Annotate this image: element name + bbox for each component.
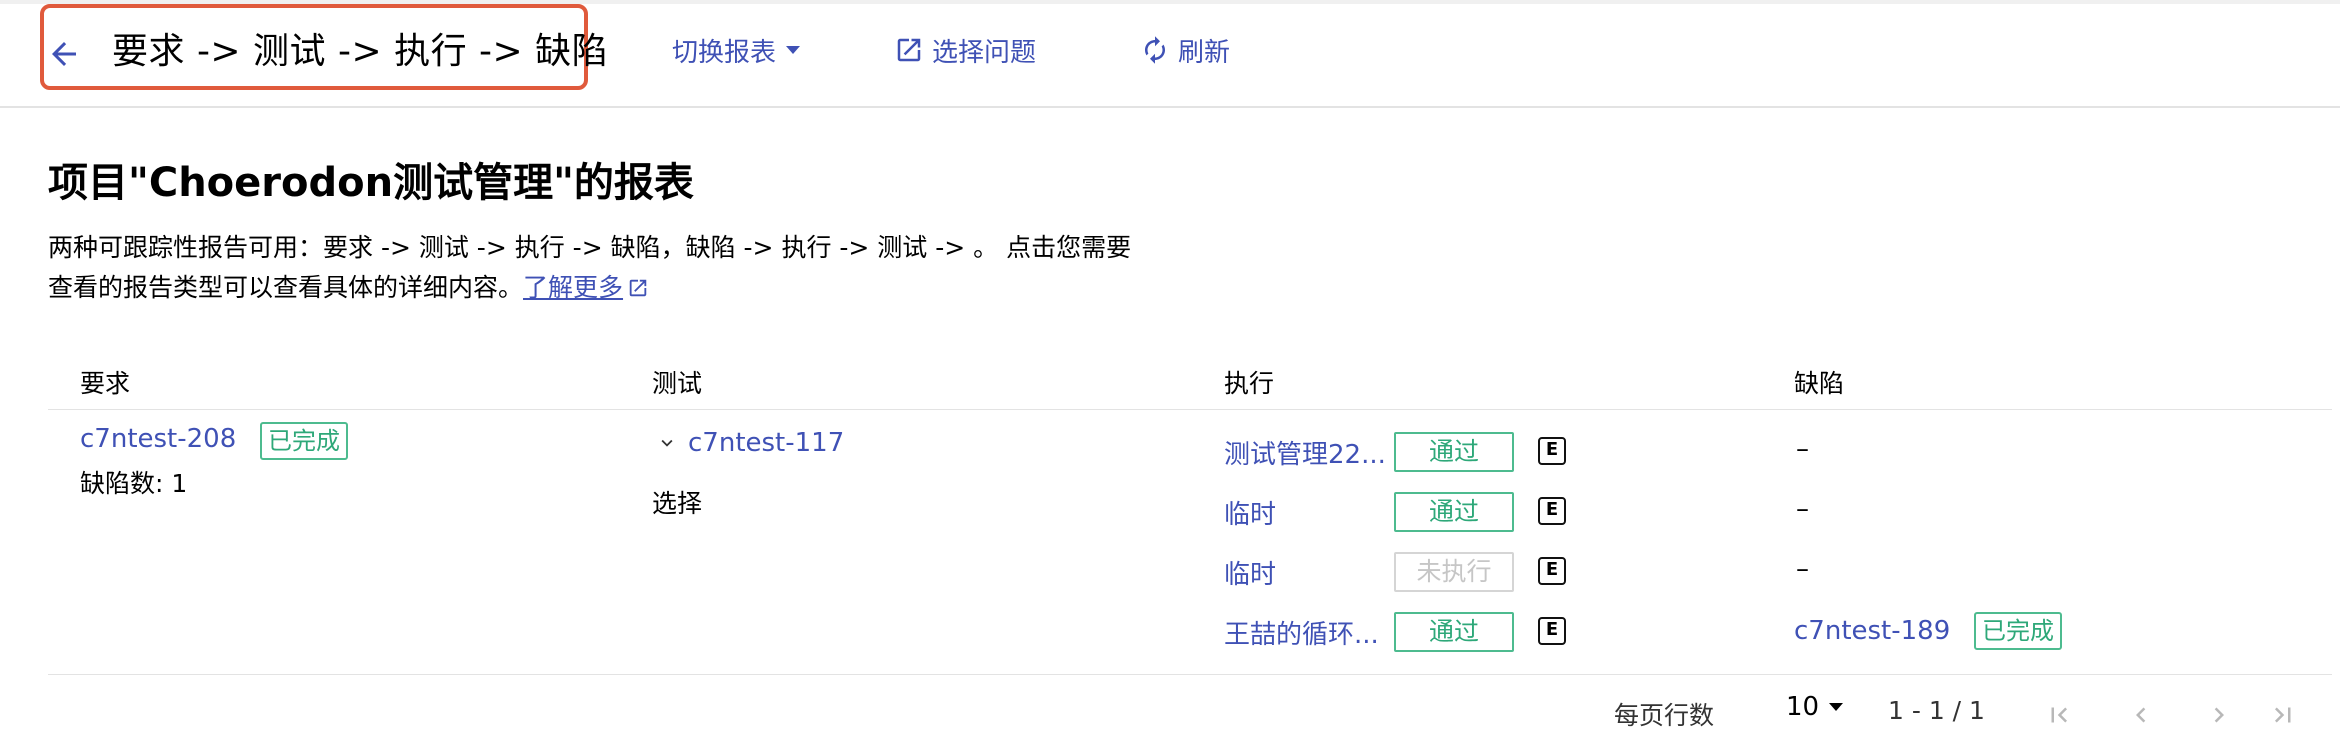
column-header-defect: 缺陷 bbox=[1794, 369, 1845, 398]
first-page-icon[interactable] bbox=[2044, 700, 2074, 734]
refresh-label: 刷新 bbox=[1178, 37, 1231, 68]
refresh-button[interactable]: 刷新 bbox=[1140, 30, 1230, 70]
caret-down-icon bbox=[1829, 703, 1844, 711]
rows-per-page-select[interactable]: 10 bbox=[1786, 692, 1844, 722]
execution-link[interactable]: 王喆的循环... bbox=[1224, 614, 1379, 651]
chevron-down-icon[interactable] bbox=[656, 432, 678, 458]
defect-empty: – bbox=[1796, 434, 1809, 464]
column-header-test: 测试 bbox=[652, 369, 703, 398]
table-divider bbox=[48, 674, 2332, 675]
page-range: 1 - 1 / 1 bbox=[1888, 696, 1985, 725]
table-header: 要求 测试 执行 缺陷 bbox=[48, 364, 2332, 410]
switch-report-label: 切换报表 bbox=[672, 37, 777, 68]
open-external-icon bbox=[897, 38, 921, 62]
column-header-execution: 执行 bbox=[1224, 369, 1275, 398]
execution-status: 通过 bbox=[1394, 492, 1514, 532]
defect-status-badge: 已完成 bbox=[1974, 612, 2062, 650]
back-arrow-icon[interactable] bbox=[46, 36, 82, 72]
top-toolbar: 要求 -> 测试 -> 执行 -> 缺陷 切换报表 选择问题 刷新 bbox=[0, 0, 2340, 108]
defect-count: 缺陷数: 1 bbox=[80, 469, 188, 498]
prev-page-icon[interactable] bbox=[2126, 700, 2156, 734]
defect-empty: – bbox=[1796, 554, 1809, 584]
learn-more-link[interactable]: 了解更多 bbox=[523, 273, 623, 302]
next-page-icon[interactable] bbox=[2204, 700, 2234, 734]
execution-detail-icon[interactable]: E bbox=[1538, 557, 1566, 585]
requirement-status-badge: 已完成 bbox=[260, 422, 348, 460]
external-link-icon[interactable] bbox=[627, 271, 649, 311]
caret-down-icon bbox=[786, 46, 801, 54]
execution-link[interactable]: 测试管理22... bbox=[1224, 434, 1386, 471]
report-heading: 项目"Choerodon测试管理"的报表 bbox=[48, 160, 694, 206]
report-description: 两种可跟踪性报告可用：要求 -> 测试 -> 执行 -> 缺陷，缺陷 -> 执行… bbox=[48, 228, 1148, 311]
execution-status: 通过 bbox=[1394, 432, 1514, 472]
defect-link[interactable]: c7ntest-189 bbox=[1794, 616, 1950, 646]
select-issue-button[interactable]: 选择问题 bbox=[894, 30, 1036, 70]
execution-link[interactable]: 临时 bbox=[1224, 554, 1276, 591]
defect-empty: – bbox=[1796, 494, 1809, 524]
requirement-link[interactable]: c7ntest-208 bbox=[80, 424, 236, 454]
execution-detail-icon[interactable]: E bbox=[1538, 497, 1566, 525]
switch-report-button[interactable]: 切换报表 bbox=[672, 30, 801, 70]
execution-detail-icon[interactable]: E bbox=[1538, 617, 1566, 645]
test-sub-label: 选择 bbox=[652, 489, 703, 518]
last-page-icon[interactable] bbox=[2268, 700, 2298, 734]
execution-status: 未执行 bbox=[1394, 552, 1514, 592]
execution-status: 通过 bbox=[1394, 612, 1514, 652]
column-header-requirement: 要求 bbox=[80, 369, 131, 398]
execution-detail-icon[interactable]: E bbox=[1538, 437, 1566, 465]
refresh-icon bbox=[1145, 36, 1165, 64]
execution-link[interactable]: 临时 bbox=[1224, 494, 1276, 531]
test-link[interactable]: c7ntest-117 bbox=[688, 428, 844, 458]
select-issue-label: 选择问题 bbox=[932, 37, 1037, 68]
page-title: 要求 -> 测试 -> 执行 -> 缺陷 bbox=[112, 31, 609, 72]
rows-per-page-label: 每页行数 bbox=[1614, 701, 1715, 730]
rows-per-page-value: 10 bbox=[1786, 692, 1820, 722]
